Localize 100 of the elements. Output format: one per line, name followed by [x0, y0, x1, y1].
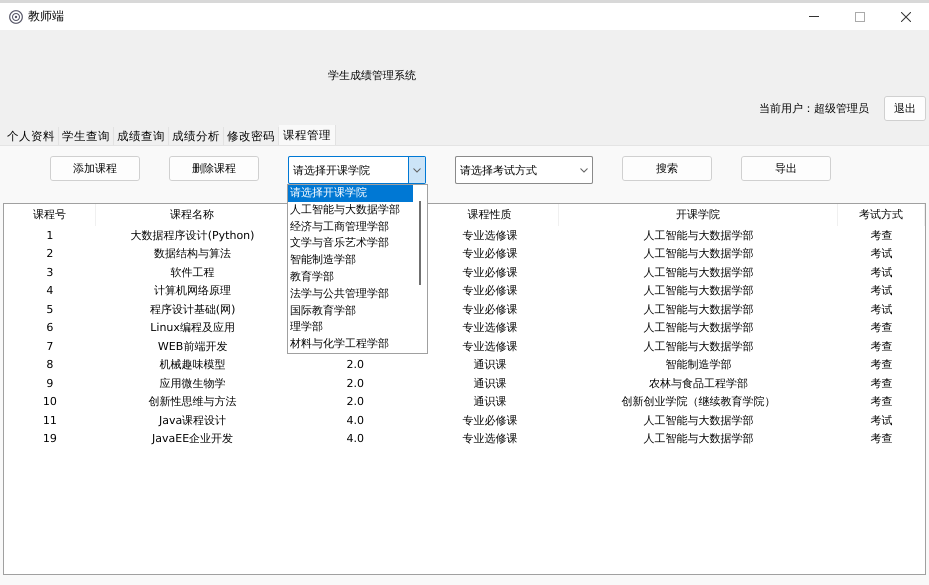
dropdown-option[interactable]: 请选择开课学院: [288, 185, 413, 202]
column-header[interactable]: 课程号: [4, 204, 96, 226]
add-course-button[interactable]: 添加课程: [50, 156, 140, 181]
table-cell: 1: [46, 228, 54, 242]
tab[interactable]: 成绩分析: [169, 127, 224, 145]
table-cell: 考查: [870, 228, 893, 242]
caret-icon: [413, 168, 421, 172]
emblem-icon: [9, 10, 23, 24]
table-cell: 计算机网络原理: [154, 284, 232, 298]
table-cell: 创新创业学院（继续教育学院）: [621, 395, 776, 408]
table-cell: 人工智能与大数据学部: [643, 414, 754, 427]
caret-icon: [580, 168, 588, 172]
window-title: 教师端: [28, 8, 64, 25]
table-cell: 人工智能与大数据学部: [643, 228, 754, 242]
tab[interactable]: 课程管理: [279, 125, 336, 145]
table-cell: 2.0: [346, 395, 364, 408]
table-cell: JavaEE企业开发: [152, 432, 234, 446]
column-header[interactable]: 课程名称: [96, 204, 290, 226]
column-header[interactable]: 课程性质: [421, 204, 559, 226]
table-cell: 10: [42, 395, 57, 408]
dropdown-option[interactable]: 理学部: [288, 319, 413, 336]
table-cell: 2.0: [346, 376, 364, 390]
dropdown-option[interactable]: 法学与公共管理学部: [288, 286, 413, 303]
table-cell: Java课程设计: [158, 414, 226, 427]
table-cell: 农林与食品工程学部: [648, 376, 748, 390]
column-header[interactable]: 开课学院: [558, 204, 838, 226]
table-cell: 4.0: [346, 414, 364, 427]
system-title: 学生成绩管理系统: [328, 68, 416, 83]
table-cell: 专业必修课: [462, 302, 518, 316]
dropdown-option[interactable]: 文学与音乐艺术学部: [288, 235, 413, 252]
college-select[interactable]: 请选择开课学院: [288, 156, 426, 184]
table-cell: 9: [46, 376, 54, 390]
table-cell: 11: [42, 414, 57, 427]
close-icon[interactable]: [901, 12, 911, 22]
table-cell: 专业选修课: [462, 228, 518, 242]
table-cell: 机械趣味模型: [160, 358, 226, 372]
table-cell: 专业必修课: [462, 414, 518, 427]
table-cell: 考试: [870, 302, 893, 316]
table-cell: 人工智能与大数据学部: [643, 321, 754, 334]
table-cell: Linux编程及应用: [150, 321, 235, 334]
table-cell: 考试: [870, 247, 893, 260]
table-cell: 7: [46, 340, 54, 353]
table-cell: 通识课: [473, 395, 506, 408]
tab[interactable]: 个人资料: [4, 127, 59, 145]
table-cell: 考试: [870, 266, 893, 279]
table-cell: 考试: [870, 414, 893, 427]
table-cell: 8: [46, 358, 54, 372]
current-user-label: 当前用户：超级管理员: [759, 101, 869, 116]
table-cell: 考查: [870, 432, 893, 446]
table-cell: 智能制造学部: [665, 358, 732, 372]
dropdown-option[interactable]: 智能制造学部: [288, 252, 413, 269]
table-cell: 4: [46, 284, 54, 298]
table-cell: 3: [46, 266, 54, 279]
search-button[interactable]: 搜索: [622, 156, 712, 181]
tab[interactable]: 成绩查询: [114, 127, 169, 145]
exam-select[interactable]: 请选择考试方式: [455, 156, 593, 184]
table-cell: 专业必修课: [462, 284, 518, 298]
table-cell: 人工智能与大数据学部: [643, 266, 754, 279]
table-cell: 考查: [870, 340, 893, 353]
table-cell: 6: [46, 321, 54, 334]
table-cell: 人工智能与大数据学部: [643, 432, 754, 446]
dropdown-option[interactable]: 经济与工商管理学部: [288, 218, 413, 236]
table-cell: 4.0: [346, 432, 364, 446]
table-cell: 创新性思维与方法: [148, 395, 237, 408]
column-header[interactable]: 考试方式: [838, 204, 925, 226]
table-cell: 专业必修课: [462, 247, 518, 260]
dropdown-option[interactable]: 材料与化学工程学部: [288, 336, 413, 353]
table-cell: 人工智能与大数据学部: [643, 302, 754, 316]
delete-course-button[interactable]: 删除课程: [169, 156, 259, 181]
table-cell: 考试: [870, 284, 893, 298]
table-cell: 专业选修课: [462, 432, 518, 446]
table-cell: 通识课: [473, 376, 506, 390]
table-cell: 软件工程: [170, 266, 215, 279]
table-cell: 程序设计基础(网): [150, 302, 236, 316]
scrollbar-thumb[interactable]: [419, 201, 421, 285]
table-cell: 数据结构与算法: [154, 247, 232, 260]
table-cell: 19: [42, 432, 57, 446]
table-cell: 应用微生物学: [160, 376, 226, 390]
table-cell: 通识课: [473, 358, 506, 372]
table-cell: 2: [46, 247, 54, 260]
table-cell: 人工智能与大数据学部: [643, 284, 754, 298]
dropdown-option[interactable]: 教育学部: [288, 268, 413, 286]
dropdown-option[interactable]: 国际教育学部: [288, 302, 413, 320]
tab[interactable]: 修改密码: [224, 127, 279, 145]
dropdown-option[interactable]: 人工智能与大数据学部: [288, 202, 413, 219]
export-button[interactable]: 导出: [741, 156, 831, 181]
table-cell: 考查: [870, 395, 893, 408]
table-cell: 考查: [870, 358, 893, 372]
table-cell: 大数据程序设计(Python): [130, 228, 254, 242]
table-cell: 2.0: [346, 358, 364, 372]
tab[interactable]: 学生查询: [59, 127, 114, 145]
table-cell: 考查: [870, 376, 893, 390]
maximize-icon[interactable]: [855, 12, 865, 22]
table-cell: 人工智能与大数据学部: [643, 247, 754, 260]
table-cell: 5: [46, 302, 54, 316]
logout-button[interactable]: 退出: [884, 96, 926, 121]
table-cell: 专业选修课: [462, 340, 518, 353]
table-cell: 考查: [870, 321, 893, 334]
table-cell: 人工智能与大数据学部: [643, 340, 754, 353]
table-cell: 专业必修课: [462, 266, 518, 279]
